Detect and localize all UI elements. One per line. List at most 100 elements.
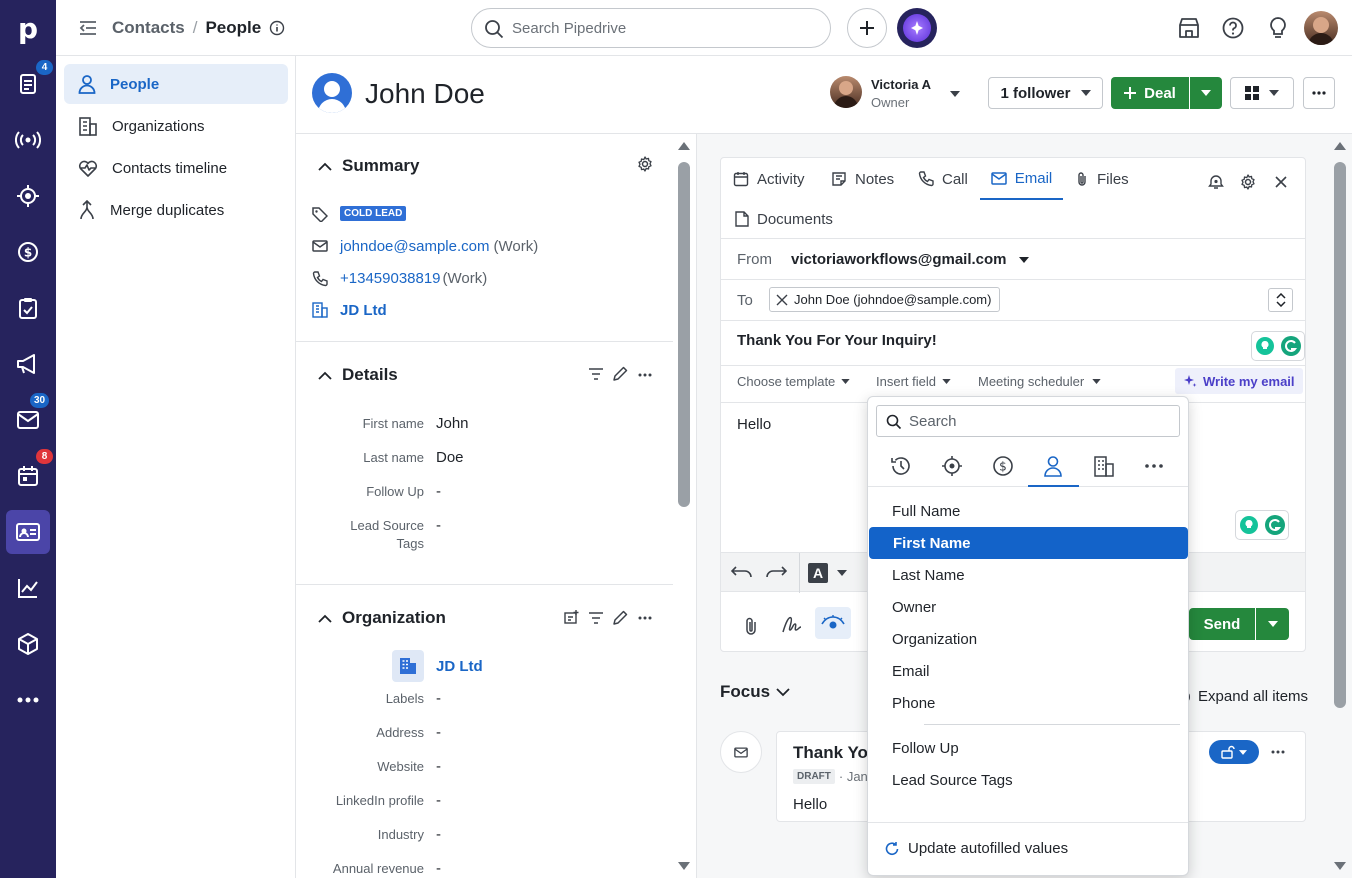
field-value-last-name[interactable]: Doe [436, 449, 464, 466]
close-icon[interactable] [1274, 175, 1288, 189]
visibility-lock-button[interactable] [1209, 740, 1259, 764]
choose-template-dropdown[interactable]: Choose template [737, 374, 850, 389]
summary-header[interactable]: Summary [318, 156, 419, 176]
summary-email-link[interactable]: johndoe@sample.com [340, 238, 489, 255]
settings-gear-icon[interactable] [637, 156, 653, 172]
target-icon[interactable] [0, 172, 56, 220]
tab-files[interactable]: Files [1075, 158, 1129, 200]
tab-notes[interactable]: Notes [831, 158, 894, 200]
org-field-value-annual-revenue[interactable]: - [436, 860, 441, 877]
insert-field-search-input[interactable]: Search [876, 405, 1180, 437]
owner-name[interactable]: Victoria A [871, 77, 931, 92]
edit-pencil-icon[interactable] [613, 610, 628, 625]
marketplace-icon[interactable] [1178, 17, 1200, 39]
insert-field-lead-source-tags[interactable]: Lead Source Tags [868, 764, 1188, 796]
tracking-icon[interactable] [1208, 174, 1224, 190]
broadcast-icon[interactable] [0, 116, 56, 164]
calendar-icon[interactable]: 8 [0, 449, 56, 500]
organization-name-link[interactable]: JD Ltd [436, 658, 483, 675]
user-avatar[interactable] [1304, 11, 1338, 45]
collapse-menu-icon[interactable] [78, 18, 98, 38]
write-my-email-button[interactable]: Write my email [1175, 368, 1303, 394]
update-autofilled-values-button[interactable]: Update autofilled values [884, 840, 1068, 857]
campaigns-megaphone-icon[interactable] [0, 340, 56, 388]
scroll-up-arrow-icon[interactable] [1334, 142, 1346, 150]
recipient-chip[interactable]: John Doe (johndoe@sample.com) [769, 287, 1001, 312]
label-tag[interactable]: COLD LEAD [340, 206, 407, 221]
ai-assistant-button[interactable] [897, 8, 937, 48]
send-options-button[interactable] [1256, 608, 1289, 640]
org-field-value-labels[interactable]: - [436, 690, 441, 707]
summary-org-link[interactable]: JD Ltd [340, 302, 387, 319]
field-value-follow-up[interactable]: - [436, 483, 441, 500]
details-header[interactable]: Details [318, 365, 398, 385]
insert-field-first-name[interactable]: First Name [869, 527, 1188, 559]
field-value-first-name[interactable]: John [436, 415, 469, 432]
more-dots-icon[interactable] [1271, 750, 1285, 754]
org-field-value-industry[interactable]: - [436, 826, 441, 843]
redo-icon[interactable] [765, 565, 787, 579]
undo-icon[interactable] [731, 565, 753, 579]
layout-view-button[interactable] [1230, 77, 1294, 109]
mail-icon[interactable]: 30 [0, 393, 56, 444]
font-style-icon[interactable]: A [808, 563, 828, 583]
org-field-value-address[interactable]: - [436, 724, 441, 741]
search-input[interactable]: Search Pipedrive [471, 8, 831, 48]
more-dots-icon[interactable] [1145, 464, 1163, 468]
change-organization-icon[interactable] [564, 610, 579, 624]
grammarly-widget[interactable] [1235, 510, 1289, 540]
info-icon[interactable] [269, 20, 285, 36]
scrollbar-thumb[interactable] [1334, 162, 1346, 708]
tab-email[interactable]: Email [980, 158, 1063, 200]
subnav-organizations[interactable]: Organizations [64, 106, 288, 146]
lightbulb-icon[interactable] [1268, 16, 1288, 40]
pipedrive-logo[interactable]: p [0, 4, 56, 52]
quick-add-button[interactable] [847, 8, 887, 48]
edit-pencil-icon[interactable] [613, 366, 628, 381]
open-tracking-toggle[interactable] [815, 607, 851, 639]
tab-call[interactable]: Call [918, 158, 968, 200]
cc-bcc-toggle[interactable] [1268, 288, 1293, 312]
subject-input[interactable]: Thank You For Your Inquiry! [737, 332, 937, 349]
settings-gear-icon[interactable] [1240, 174, 1256, 190]
org-field-value-website[interactable]: - [436, 758, 441, 775]
email-body-editor[interactable]: Hello [737, 416, 771, 433]
chevron-down-icon[interactable] [837, 570, 847, 576]
expand-all-toggle[interactable]: Expand all items [1176, 688, 1308, 705]
insert-field-full-name[interactable]: Full Name [868, 495, 1188, 527]
owner-dropdown-icon[interactable] [950, 91, 960, 97]
send-button[interactable]: Send [1189, 608, 1255, 640]
attach-file-icon[interactable] [743, 616, 759, 636]
subnav-contacts-timeline[interactable]: Contacts timeline [64, 148, 288, 188]
insert-field-email[interactable]: Email [868, 655, 1188, 687]
insights-chart-icon[interactable] [0, 564, 56, 612]
summary-phone-link[interactable]: +13459038819 [340, 270, 441, 287]
grammarly-widget[interactable] [1251, 331, 1305, 361]
field-value-lead-source-tags[interactable]: - [436, 517, 441, 534]
insert-field-phone[interactable]: Phone [868, 687, 1188, 719]
subnav-people[interactable]: People [64, 64, 288, 104]
organization-header[interactable]: Organization [318, 608, 446, 628]
focus-toggle[interactable]: Focus [720, 682, 790, 702]
filter-icon[interactable] [589, 368, 603, 380]
contacts-card-icon[interactable] [6, 510, 50, 554]
scroll-down-arrow-icon[interactable] [678, 862, 690, 870]
breadcrumb-contacts[interactable]: Contacts [112, 18, 185, 38]
organization-building-icon[interactable] [1093, 455, 1115, 477]
insert-field-organization[interactable]: Organization [868, 623, 1188, 655]
followers-button[interactable]: 1 follower [988, 77, 1103, 109]
deal-options-button[interactable] [1190, 77, 1222, 109]
tasks-clipboard-icon[interactable] [0, 284, 56, 332]
activity-history-icon[interactable] [890, 455, 912, 477]
filter-icon[interactable] [589, 612, 603, 624]
add-deal-button[interactable]: Deal [1111, 77, 1189, 109]
lead-target-icon[interactable] [941, 455, 963, 477]
tab-activity[interactable]: Activity [733, 158, 805, 200]
insert-field-owner[interactable]: Owner [868, 591, 1188, 623]
deal-dollar-icon[interactable]: $ [992, 455, 1014, 477]
insert-field-dropdown[interactable]: Insert field [876, 374, 951, 389]
tab-documents[interactable]: Documents [735, 198, 833, 240]
from-select[interactable]: victoriaworkflows@gmail.com [791, 251, 1029, 268]
more-dots-icon[interactable] [638, 373, 652, 377]
insert-field-last-name[interactable]: Last Name [868, 559, 1188, 591]
